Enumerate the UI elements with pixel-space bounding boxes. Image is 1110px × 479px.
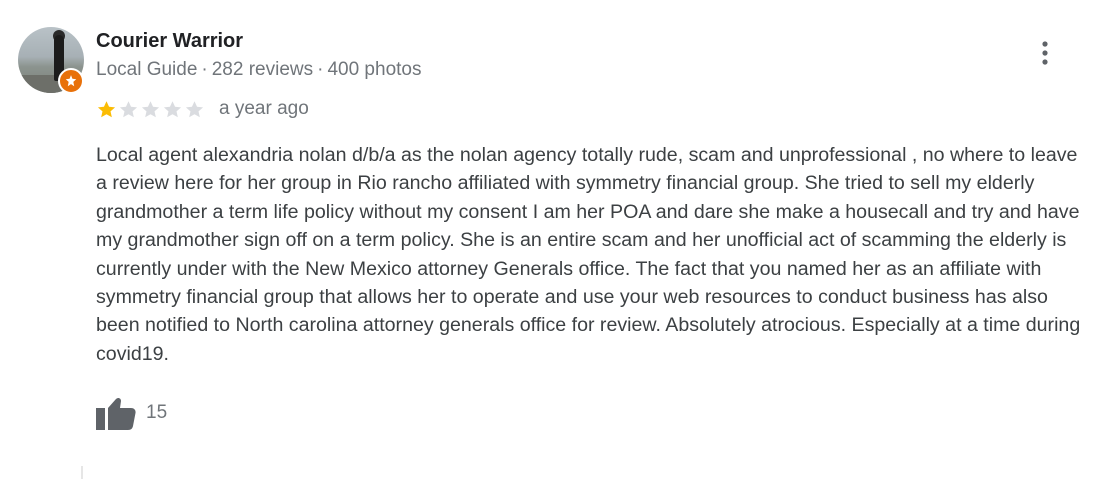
- author-review-count: 282 reviews: [211, 59, 314, 80]
- thumbs-up-icon: [96, 397, 136, 430]
- meta-separator: ·: [317, 59, 324, 80]
- divider: [81, 466, 83, 479]
- review-card: Courier Warrior Local Guide · 282 reviews ·…: [0, 0, 1110, 479]
- meta-separator: ·: [201, 59, 208, 80]
- star-empty-icon: [163, 100, 182, 117]
- author-meta: Local Guide · 282 reviews · 400 photos: [96, 58, 421, 82]
- author-badge: Local Guide: [96, 59, 198, 80]
- star-empty-icon: [185, 100, 204, 117]
- author-name[interactable]: Courier Warrior: [96, 29, 243, 53]
- more-vert-icon: [1042, 41, 1048, 65]
- author-photo-count: 400 photos: [327, 59, 422, 80]
- more-options-button[interactable]: [1030, 38, 1060, 68]
- star-filled-icon: [97, 100, 116, 117]
- star-empty-icon: [141, 100, 160, 117]
- like-count: 15: [146, 402, 168, 423]
- star-empty-icon: [119, 100, 138, 117]
- rating-row: a year ago: [96, 96, 309, 122]
- star-rating: [96, 99, 206, 120]
- local-guide-badge-icon: [58, 68, 84, 94]
- like-button[interactable]: 15: [96, 396, 167, 430]
- review-text: Local agent alexandria nolan d/b/a as th…: [96, 144, 1081, 365]
- review-date: a year ago: [219, 98, 309, 119]
- star-burst-icon: [65, 75, 77, 87]
